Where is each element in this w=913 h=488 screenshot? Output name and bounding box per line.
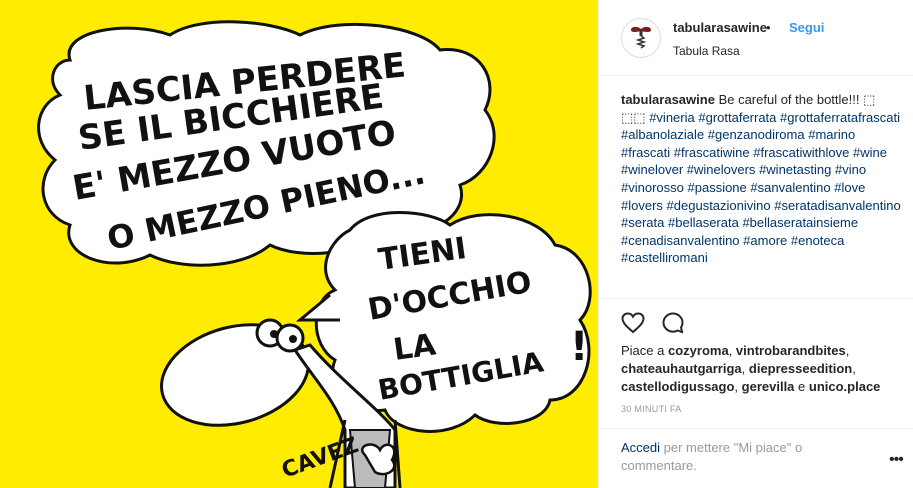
hashtag-link[interactable]: #bellaserata xyxy=(668,215,739,230)
hashtag-link[interactable]: #grottaferrata xyxy=(698,110,776,125)
speech-line-9: ! xyxy=(570,324,588,370)
hashtag-link[interactable]: #cenadisanvalentino xyxy=(621,233,740,248)
post-header: tabularasawine • Segui Tabula Rasa xyxy=(599,0,913,76)
hashtag-link[interactable]: #lovers xyxy=(621,198,663,213)
liker[interactable]: unico.place xyxy=(809,379,881,394)
hashtag-link[interactable]: #sanvalentino xyxy=(750,180,830,195)
hashtag-link[interactable]: #passione xyxy=(688,180,747,195)
location-link[interactable]: Tabula Rasa xyxy=(673,44,740,58)
hashtag-link[interactable]: #bellaseratainsieme xyxy=(742,215,858,230)
hashtag-link[interactable]: #winelover xyxy=(621,162,683,177)
post-timestamp[interactable]: 30 MINUTI FA xyxy=(621,404,682,414)
heart-icon[interactable] xyxy=(621,311,645,335)
likes-summary: Piace a cozyroma, vintrobarandbites, cha… xyxy=(621,343,881,394)
likes-prefix: Piace a xyxy=(621,343,668,358)
hashtag-link[interactable]: #winelovers xyxy=(687,162,756,177)
liker[interactable]: chateauhautgarriga xyxy=(621,361,742,376)
hashtag-link[interactable]: #seratadisanvalentino xyxy=(774,198,900,213)
caption-text: Be careful of the bottle!!! xyxy=(718,92,864,107)
speech-line-7: LA xyxy=(391,327,439,368)
avatar[interactable] xyxy=(621,18,661,58)
hashtag-link[interactable]: #winetasting xyxy=(759,162,831,177)
hashtag-link[interactable]: #albanolaziale xyxy=(621,127,704,142)
hashtag-link[interactable]: #vineria xyxy=(649,110,695,125)
comment-area: Accedi per mettere "Mi piace" o commenta… xyxy=(599,428,913,488)
login-prompt: Accedi per mettere "Mi piace" o commenta… xyxy=(621,439,841,475)
action-bar xyxy=(599,298,913,348)
post-image[interactable]: LASCIA PERDERE SE IL BICCHIERE E' MEZZO … xyxy=(0,0,598,488)
liker[interactable]: diepresseedition xyxy=(749,361,852,376)
hashtag-link[interactable]: #degustazionivino xyxy=(667,198,771,213)
hashtag-link[interactable]: #frascati xyxy=(621,145,670,160)
more-options-icon[interactable]: ••• xyxy=(889,451,904,469)
post-side-panel: tabularasawine • Segui Tabula Rasa tabul… xyxy=(598,0,913,488)
hashtag-link[interactable]: #castelliromani xyxy=(621,250,708,265)
cartoon-illustration: LASCIA PERDERE SE IL BICCHIERE E' MEZZO … xyxy=(0,0,598,488)
corkscrew-icon xyxy=(631,26,651,49)
hashtag-link[interactable]: #wine xyxy=(853,145,887,160)
login-link[interactable]: Accedi xyxy=(621,440,660,455)
header-separator: • xyxy=(766,20,771,35)
follow-button[interactable]: Segui xyxy=(789,20,824,35)
hashtag-link[interactable]: #vino xyxy=(835,162,866,177)
hashtag-link[interactable]: #marino xyxy=(808,127,855,142)
caption: tabularasawine Be careful of the bottle!… xyxy=(621,91,901,297)
comment-icon[interactable] xyxy=(661,311,685,335)
hashtag-link[interactable]: #genzanodiroma xyxy=(708,127,805,142)
liker[interactable]: gerevilla xyxy=(742,379,795,394)
hashtag-link[interactable]: #amore xyxy=(743,233,787,248)
hashtag-link[interactable]: #frascatiwithlove xyxy=(753,145,849,160)
hashtag-link[interactable]: #grottaferratafrascati xyxy=(780,110,900,125)
hashtag-link[interactable]: #enoteca xyxy=(791,233,845,248)
caption-username[interactable]: tabularasawine xyxy=(621,92,715,107)
hashtag-link[interactable]: #vinorosso xyxy=(621,180,684,195)
hashtag-link[interactable]: #serata xyxy=(621,215,664,230)
liker[interactable]: cozyroma xyxy=(668,343,729,358)
liker[interactable]: vintrobarandbites xyxy=(736,343,846,358)
hashtag-list: #vineria #grottaferrata #grottaferratafr… xyxy=(621,110,901,266)
liker[interactable]: castellodigussago xyxy=(621,379,734,394)
hashtag-link[interactable]: #frascatiwine xyxy=(674,145,750,160)
likes-conjunction: e xyxy=(794,379,809,394)
hashtag-link[interactable]: #love xyxy=(834,180,865,195)
header-username[interactable]: tabularasawine xyxy=(673,20,767,35)
